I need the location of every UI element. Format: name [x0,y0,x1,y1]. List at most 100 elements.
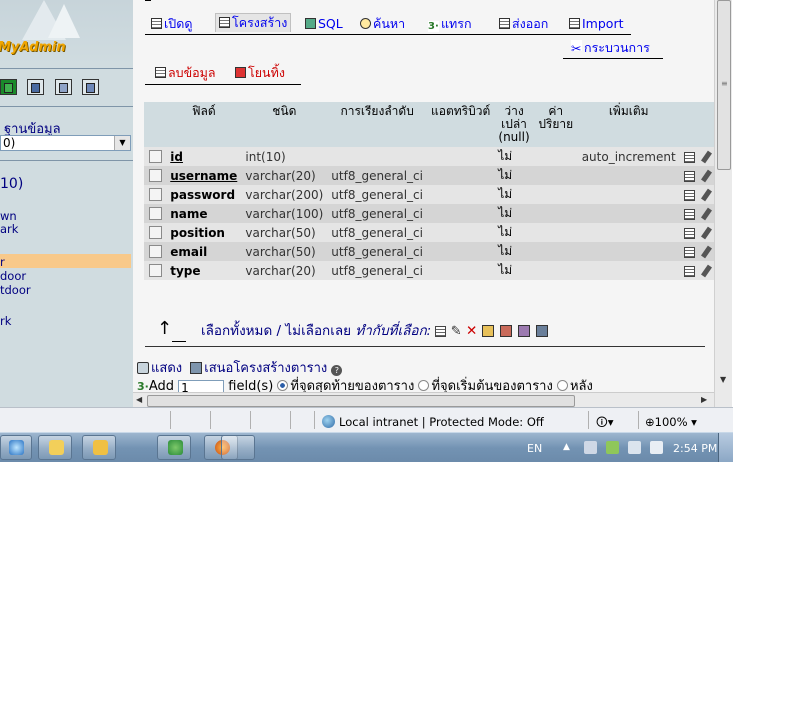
show-desktop-button[interactable] [718,433,733,462]
tab-drop[interactable]: โยนทิ้ง [235,64,285,82]
database-select[interactable]: 0) ▼ [0,135,131,151]
edit-cell[interactable] [700,223,714,242]
edit-cell[interactable] [700,242,714,261]
browse-values-icon[interactable] [683,208,695,220]
drop-selected-icon[interactable]: ✕ [466,323,477,339]
select-none-link[interactable]: ไม่เลือกเลย [285,323,351,339]
propose-structure-link[interactable]: เสนอโครงสร้างตาราง [204,361,327,376]
at-end-radio[interactable] [277,380,289,391]
select-all-link[interactable]: เลือกทั้งหมด [201,323,272,339]
vertical-scrollbar[interactable]: ≡ ▼ [714,0,732,407]
row-checkbox[interactable] [148,263,162,277]
field-name[interactable]: username [170,169,237,183]
checkbox-cell[interactable] [144,261,167,280]
scroll-left-arrow-icon[interactable]: ◀ [136,395,142,404]
sidebar-table-link[interactable]: door [0,270,26,283]
taskbar-outlook-button[interactable] [82,435,116,460]
documentation-icon[interactable] [55,79,72,95]
scroll-right-arrow-icon[interactable]: ▶ [701,395,707,404]
sidebar-table-link-active[interactable]: r [0,256,5,269]
browse-distinct-cell[interactable] [679,166,701,185]
browse-values-icon[interactable] [683,151,695,163]
field-name[interactable]: position [170,226,225,240]
taskbar-explorer-button[interactable] [38,435,72,460]
field-name-cell[interactable]: name [166,204,242,223]
browse-values-icon[interactable] [683,170,695,182]
after-radio[interactable] [556,380,568,391]
taskbar-app-button[interactable] [221,435,255,460]
pencil-icon[interactable] [701,245,713,258]
primary-key-icon[interactable] [481,325,494,337]
pencil-icon[interactable] [701,150,713,163]
checkbox-cell[interactable] [144,147,167,166]
tab-sql[interactable]: SQL [305,15,343,33]
scroll-down-arrow-icon[interactable]: ▼ [720,375,726,384]
index-icon[interactable] [518,325,531,337]
pencil-icon[interactable] [701,188,713,201]
chevron-down-icon[interactable]: ▼ [114,136,130,150]
pencil-icon[interactable] [701,169,713,182]
browse-distinct-cell[interactable] [679,185,701,204]
security-icon[interactable] [606,441,619,454]
field-name-cell[interactable]: position [166,223,242,242]
show-hidden-icons[interactable]: ▲ [563,442,570,452]
sidebar-table-link[interactable]: ark [0,223,18,236]
tab-browse[interactable]: เปิดดู [151,15,192,33]
pencil-icon[interactable] [701,207,713,220]
horizontal-scrollbar[interactable]: ◀ ▶ [133,392,714,408]
field-name[interactable]: name [170,207,207,221]
field-name[interactable]: email [170,245,207,259]
row-checkbox[interactable] [148,187,162,201]
horizontal-scroll-thumb[interactable] [147,395,575,407]
row-checkbox[interactable] [148,206,162,220]
row-checkbox[interactable] [148,168,162,182]
sidebar-table-link[interactable]: rk [0,315,11,328]
clock[interactable]: 2:54 PM [673,442,717,455]
browse-selected-icon[interactable] [435,326,447,337]
security-zone[interactable]: Local intranet | Protected Mode: Off [322,415,544,429]
browse-values-icon[interactable] [683,189,695,201]
field-name-cell[interactable]: username [166,166,242,185]
action-center-icon[interactable] [584,441,597,454]
tab-search[interactable]: ค้นหา [360,15,405,33]
home-icon[interactable] [0,79,17,95]
volume-icon[interactable] [650,441,663,454]
field-name[interactable]: id [170,150,183,164]
row-checkbox[interactable] [148,244,162,258]
edit-cell[interactable] [700,166,714,185]
sql-docs-icon[interactable] [82,79,99,95]
checkbox-cell[interactable] [144,223,167,242]
query-window-icon[interactable] [27,79,44,95]
row-checkbox[interactable] [148,149,162,163]
field-name[interactable]: type [170,264,200,278]
checkbox-cell[interactable] [144,166,167,185]
sidebar-table-link[interactable]: tdoor [0,284,31,297]
browse-distinct-cell[interactable] [679,204,701,223]
browse-distinct-cell[interactable] [679,261,701,280]
tab-empty[interactable]: ลบข้อมูล [155,64,216,82]
phpmyadmin-logo[interactable]: MyAdmin [0,40,66,55]
taskbar-messenger-button[interactable] [157,435,191,460]
field-name-cell[interactable]: type [166,261,242,280]
print-view-link[interactable]: แสดง [151,361,182,376]
edit-selected-icon[interactable]: ✎ [451,324,462,339]
zoom-level[interactable]: ⊕100% ▾ [645,415,697,429]
tab-structure[interactable]: โครงสร้าง [215,13,292,32]
browse-values-icon[interactable] [683,246,695,258]
tab-export[interactable]: ส่งออก [499,15,548,33]
browse-values-icon[interactable] [683,265,695,277]
tab-import[interactable]: Import [569,15,624,33]
row-checkbox[interactable] [148,225,162,239]
browse-values-icon[interactable] [683,227,695,239]
network-icon[interactable] [628,441,641,454]
edit-cell[interactable] [700,204,714,223]
field-name-cell[interactable]: password [166,185,242,204]
edit-cell[interactable] [700,185,714,204]
taskbar-ie-button[interactable] [0,435,32,460]
database-table-count[interactable]: 10) [0,176,23,192]
browse-distinct-cell[interactable] [679,223,701,242]
checkbox-cell[interactable] [144,204,167,223]
unique-icon[interactable] [499,325,512,337]
at-beginning-radio[interactable] [418,380,430,391]
edit-cell[interactable] [700,261,714,280]
